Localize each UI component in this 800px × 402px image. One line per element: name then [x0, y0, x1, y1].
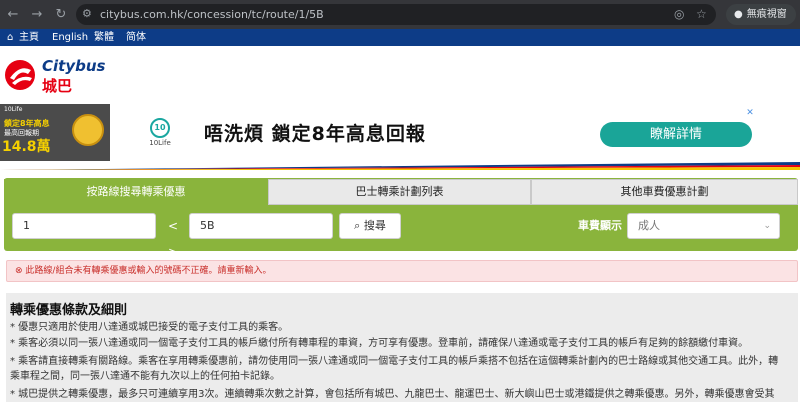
brand-name-en: Citybus [42, 57, 106, 75]
site-top-nav: ⌂ 主頁 English 繁體 简体 [0, 29, 800, 46]
eye-off-icon[interactable]: ◎ [674, 0, 684, 29]
decorative-stripe [0, 162, 800, 170]
terms-title: 轉乘優惠條款及細則 [10, 303, 128, 318]
terms-line: 乘車程之間，同一張八達通不能有九次以上的任何拍卡記錄。 [10, 371, 280, 382]
ad-banner[interactable]: 10 10Life 唔洗煩 鎖定8年高息回報 瞭解詳情 [112, 104, 760, 161]
terms-line: * 乘客請直接轉乘有關路線。乘客在享用轉乘優惠前，請勿使用同一張八達通或同一個電… [10, 356, 779, 367]
nav-traditional[interactable]: 繁體 [94, 29, 114, 46]
terms-section: 轉乘優惠條款及細則 * 優惠只適用於使用八達通或城巴接受的電子支付工具的乘客。 … [6, 293, 798, 402]
route-to-input[interactable]: 5B [189, 213, 333, 239]
ad-close-icon[interactable]: ✕ [743, 106, 757, 120]
ad-logo-icon: 10 [150, 118, 170, 138]
fare-type-value: 成人 [638, 219, 660, 232]
home-icon[interactable]: ⌂ [7, 29, 13, 46]
bookmark-star-icon[interactable]: ☆ [696, 0, 707, 29]
site-info-icon[interactable]: ⚙ [82, 6, 96, 22]
ad-left-image[interactable]: 10Life 鎖定8年高息 最高回報期 14.8萬 [0, 104, 110, 161]
error-icon: ⊗ [15, 266, 23, 276]
fare-display-label: 車費顯示 [578, 219, 622, 232]
forward-icon[interactable]: → [26, 0, 48, 29]
chevron-down-icon: ⌄ [763, 221, 771, 231]
tab-route-search[interactable]: 按路線搜尋轉乘優惠 [4, 179, 268, 205]
incognito-label: 無痕視窗 [746, 9, 787, 20]
ad-logo-text: 10Life [149, 139, 171, 147]
browser-toolbar: ← → ↻ ⚙ citybus.com.hk/concession/tc/rou… [0, 0, 800, 29]
citybus-logo[interactable]: Citybus 城巴 [4, 56, 124, 96]
terms-line: * 城巴提供之轉乘優惠，最多只可連續享用3次。連續轉乘次數之計算，會包括所有城巴… [10, 389, 775, 400]
nav-simplified[interactable]: 简体 [126, 29, 146, 46]
route-from-input[interactable]: 1 [12, 213, 156, 239]
tab-other-fares[interactable]: 其他車費優惠計劃 [531, 179, 798, 205]
incognito-icon: ● [734, 9, 743, 20]
nav-english[interactable]: English [52, 29, 88, 46]
terms-line: * 乘客必須以同一張八達通或同一個電子支付工具的帳戶繳付所有轉車程的車資，方可享… [10, 338, 749, 349]
nav-home[interactable]: 主頁 [19, 29, 39, 46]
incognito-badge[interactable]: ● 無痕視窗 [726, 4, 796, 25]
coin-icon [72, 114, 104, 146]
ad-left-amount: 14.8萬 [2, 139, 51, 155]
error-alert: ⊗ 此路線/組合未有轉乘優惠或輸入的號碼不正確。請重新輸入。 [6, 260, 798, 282]
search-icon: ⌕ [354, 219, 361, 232]
reload-icon[interactable]: ↻ [50, 0, 72, 29]
tab-transfer-list[interactable]: 巴士轉乘計劃列表 [268, 179, 531, 205]
error-message: 此路線/組合未有轉乘優惠或輸入的號碼不正確。請重新輸入。 [25, 266, 272, 276]
terms-line: * 優惠只適用於使用八達通或城巴接受的電子支付工具的乘客。 [10, 322, 289, 333]
swap-icon[interactable]: < > [162, 213, 184, 259]
fare-type-select[interactable]: 成人 ⌄ [627, 213, 780, 239]
search-button-label: 搜尋 [363, 219, 386, 232]
ad-cta-button[interactable]: 瞭解詳情 [600, 122, 752, 147]
back-icon[interactable]: ← [2, 0, 24, 29]
search-button[interactable]: ⌕ 搜尋 [339, 213, 401, 239]
ad-left-small: 10Life [4, 106, 23, 113]
ad-headline: 唔洗煩 鎖定8年高息回報 [204, 123, 426, 145]
ad-brand-logo: 10 10Life [146, 118, 174, 147]
brand-name-zh: 城巴 [42, 77, 73, 95]
url-text[interactable]: citybus.com.hk/concession/tc/route/1/5B [100, 0, 324, 29]
